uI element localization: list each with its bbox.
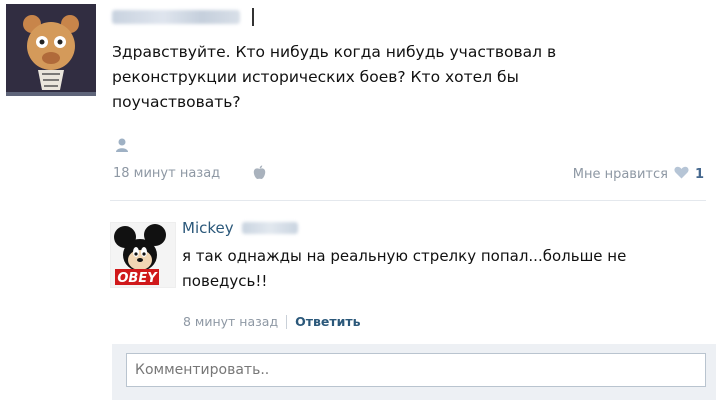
post-text: Здравствуйте. Кто нибудь когда нибудь уч… xyxy=(112,43,557,111)
mickey-image: OBEY xyxy=(111,223,175,287)
comment-author-line: Mickey xyxy=(182,219,298,237)
comment-author-surname-blurred[interactable] xyxy=(241,222,298,234)
post-author-avatar[interactable] xyxy=(6,4,96,96)
comment-input[interactable] xyxy=(126,353,706,387)
meta-separator xyxy=(286,314,288,329)
person-icon[interactable] xyxy=(114,137,130,157)
post-author-line xyxy=(112,6,254,28)
post-time[interactable]: 18 минут назад xyxy=(113,166,220,181)
text-cursor xyxy=(252,8,254,26)
comment-text: я так однажды на реальную стрелку попал.… xyxy=(182,247,627,290)
apple-icon xyxy=(253,165,266,184)
like-button[interactable]: Мне нравится 1 xyxy=(573,166,704,183)
post-author-name-blurred[interactable] xyxy=(112,10,240,24)
obey-logo-text: OBEY xyxy=(117,271,158,286)
heart-icon xyxy=(674,166,689,183)
bear-mask-image xyxy=(6,4,96,96)
comment-author-name[interactable]: Mickey xyxy=(182,219,234,237)
comment-author-avatar[interactable]: OBEY xyxy=(110,222,176,288)
comment-time[interactable]: 8 минут назад xyxy=(183,314,278,329)
like-count: 1 xyxy=(694,167,704,182)
wall-post: Здравствуйте. Кто нибудь когда нибудь уч… xyxy=(0,0,716,400)
comment-meta: 8 минут назад Ответить xyxy=(183,314,361,329)
reply-link[interactable]: Ответить xyxy=(295,314,360,329)
post-divider xyxy=(110,200,706,201)
like-label: Мне нравится xyxy=(572,167,668,182)
